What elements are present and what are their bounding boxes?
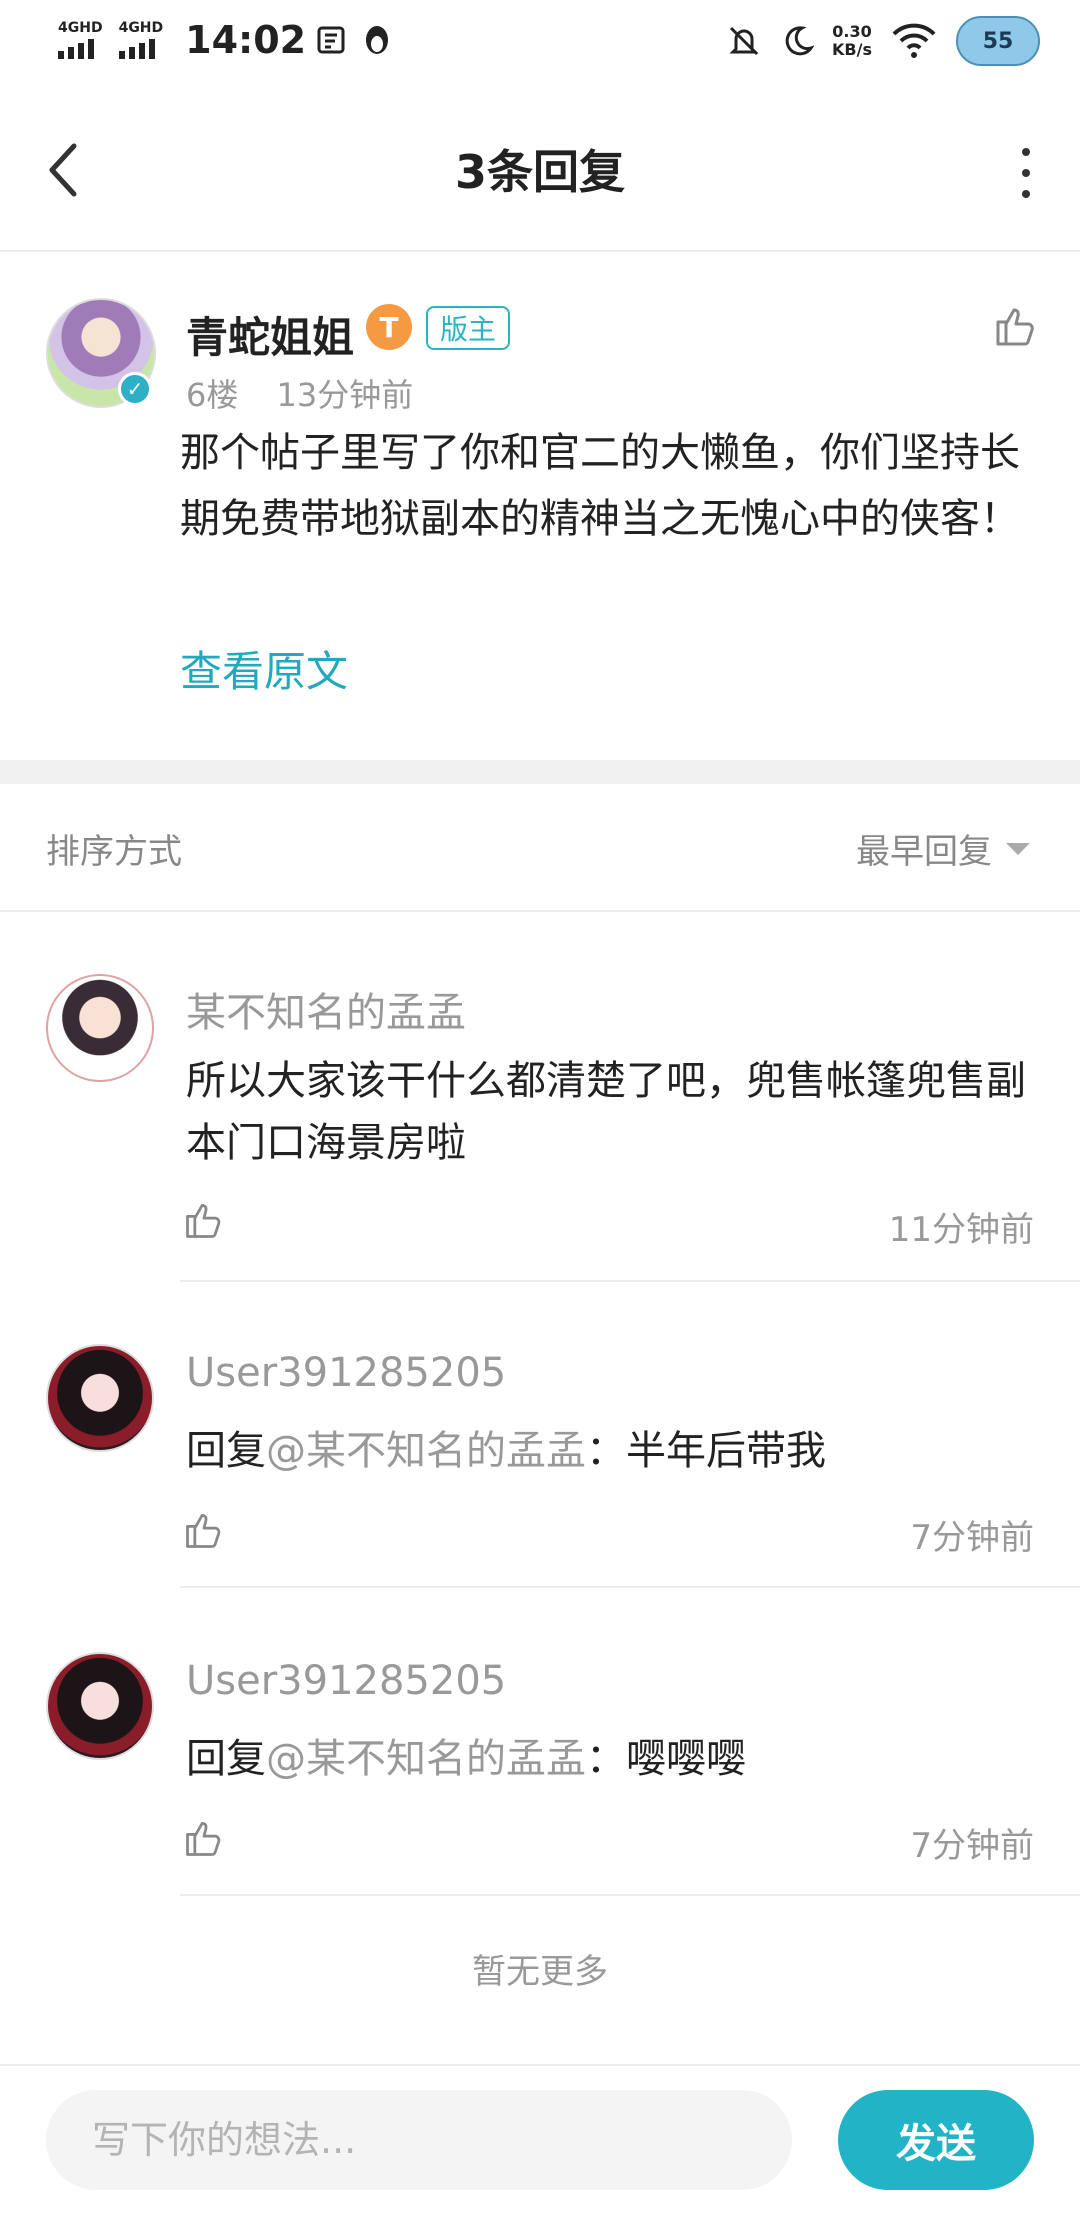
status-left: 4GHD 4GHD 14:02 bbox=[58, 18, 394, 62]
reply-prefix: 回复 bbox=[186, 1428, 266, 1474]
send-button[interactable]: 发送 bbox=[838, 2090, 1034, 2190]
post-meta: 6楼 13分钟前 bbox=[186, 370, 441, 416]
network-type-1: 4GHD bbox=[58, 20, 103, 36]
reply-input-bar: 发送 bbox=[0, 2064, 1080, 2214]
more-options-icon[interactable] bbox=[1016, 148, 1036, 198]
reply-time: 7分钟前 bbox=[910, 1826, 1034, 1866]
reply-body: ：半年后带我 bbox=[586, 1428, 826, 1474]
reply-text: 回复@某不知名的孟孟：半年后带我 bbox=[186, 1420, 1046, 1482]
page-title: 3条回复 bbox=[454, 145, 625, 199]
top-nav-bar: 3条回复 bbox=[0, 86, 1080, 252]
divider bbox=[180, 1280, 1080, 1282]
author-name[interactable]: 青蛇姐姐 bbox=[186, 304, 354, 365]
speed-value: 0.30 bbox=[832, 22, 872, 41]
no-more-label: 暂无更多 bbox=[472, 1952, 608, 1992]
sort-bar: 排序方式 最早回复 bbox=[0, 784, 1080, 912]
sort-label: 排序方式 bbox=[46, 832, 182, 872]
network-type-2: 4GHD bbox=[118, 20, 164, 36]
moderator-badge: 版主 bbox=[426, 306, 511, 350]
sort-value: 最早回复 bbox=[856, 832, 992, 872]
sort-dropdown[interactable]: 最早回复 bbox=[856, 824, 1030, 873]
reply-prefix: 回复 bbox=[186, 1736, 266, 1782]
reply-text: 回复@某不知名的孟孟：嘤嘤嘤 bbox=[186, 1728, 1046, 1790]
network-speed: 0.30 KB/s bbox=[832, 23, 872, 59]
reply-time: 7分钟前 bbox=[910, 1518, 1034, 1558]
original-comment: ✓ 青蛇姐姐 T 版主 6楼 13分钟前 那个帖子里写了你和官二的大懒鱼，你们坚… bbox=[0, 254, 1080, 760]
thumbs-up-icon[interactable] bbox=[182, 1198, 226, 1242]
thumbs-up-icon[interactable] bbox=[182, 1508, 226, 1552]
comment-text: 那个帖子里写了你和官二的大懒鱼，你们坚持长期免费带地狱副本的精神当之无愧心中的侠… bbox=[180, 430, 1020, 542]
signal-bars-icon bbox=[58, 35, 94, 59]
reply-author[interactable]: 某不知名的孟孟 bbox=[186, 980, 466, 1038]
mute-bell-icon bbox=[729, 26, 759, 56]
mention-link[interactable]: @某不知名的孟孟 bbox=[266, 1428, 586, 1474]
avatar[interactable] bbox=[46, 974, 154, 1082]
reply-body: 所以大家该干什么都清楚了吧，兜售帐篷兜售副本门口海景房啦 bbox=[186, 1058, 1026, 1166]
level-badge: T bbox=[366, 304, 412, 350]
status-right: 0.30 KB/s 55 bbox=[726, 16, 1040, 66]
avatar[interactable] bbox=[46, 1652, 154, 1760]
reply-author[interactable]: User391285205 bbox=[186, 1658, 506, 1704]
thumbs-up-icon[interactable] bbox=[182, 1816, 226, 1860]
avatar[interactable] bbox=[46, 1344, 154, 1452]
floor-number: 6楼 bbox=[186, 376, 239, 414]
clock: 14:02 bbox=[185, 18, 307, 62]
signal-bars-icon bbox=[118, 35, 155, 59]
reply-text: 所以大家该干什么都清楚了吧，兜售帐篷兜售副本门口海景房啦 bbox=[186, 1050, 1046, 1174]
reply-input[interactable] bbox=[46, 2090, 792, 2190]
reply-time: 11分钟前 bbox=[888, 1210, 1034, 1250]
reply-body: ：嘤嘤嘤 bbox=[586, 1736, 746, 1782]
status-bar: 4GHD 4GHD 14:02 0.30 KB/s 55 bbox=[0, 0, 1080, 86]
verified-check-icon: ✓ bbox=[118, 372, 152, 406]
signal-1: 4GHD bbox=[58, 21, 103, 59]
post-time: 13分钟前 bbox=[276, 376, 414, 414]
divider bbox=[180, 1586, 1080, 1588]
thumbs-up-icon[interactable] bbox=[992, 302, 1040, 350]
wifi-icon bbox=[892, 23, 936, 58]
qq-penguin-icon bbox=[366, 26, 389, 54]
battery-indicator: 55 bbox=[956, 16, 1040, 66]
app-notification-icon bbox=[317, 26, 345, 54]
signal-2: 4GHD bbox=[118, 20, 164, 59]
mention-link[interactable]: @某不知名的孟孟 bbox=[266, 1736, 586, 1782]
divider bbox=[180, 1894, 1080, 1896]
reply-author[interactable]: User391285205 bbox=[186, 1350, 506, 1396]
section-divider bbox=[0, 760, 1080, 784]
moon-icon bbox=[785, 26, 815, 56]
speed-unit: KB/s bbox=[832, 40, 872, 59]
triangle-down-icon bbox=[1006, 842, 1030, 855]
view-original-link[interactable]: 查看原文 bbox=[180, 638, 348, 699]
